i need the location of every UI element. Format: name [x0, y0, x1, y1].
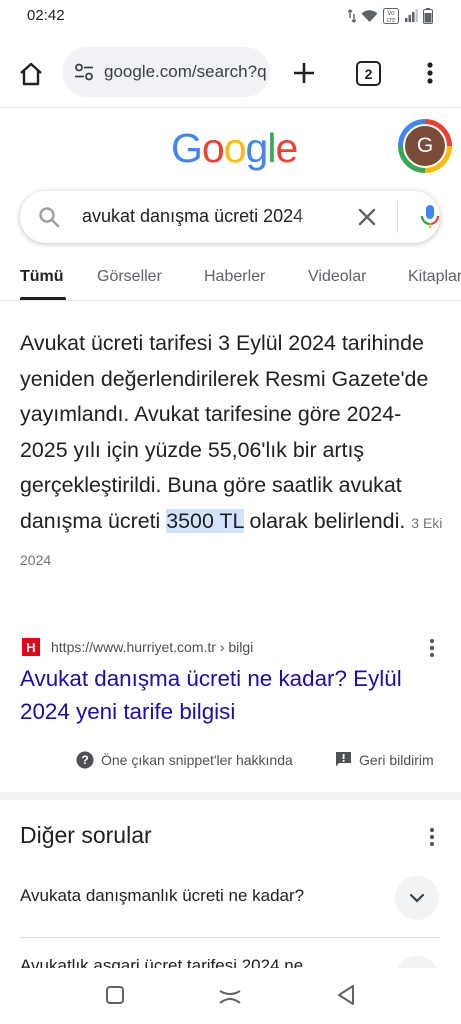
- other-questions-title: Diğer sorular: [20, 822, 152, 848]
- snippet-highlight: 3500 TL: [166, 508, 244, 533]
- home-icon: [20, 62, 42, 86]
- tab-images[interactable]: Görseller: [97, 268, 162, 286]
- other-questions-more-icon[interactable]: [425, 826, 439, 848]
- feedback-icon: [336, 752, 351, 767]
- volte-icon: Vo LTE: [383, 8, 399, 24]
- address-url: google.com/search?q: [104, 62, 267, 81]
- mic-icon[interactable]: [418, 203, 442, 231]
- avatar-letter: G: [403, 124, 447, 168]
- help-icon: ?: [76, 751, 94, 769]
- tab-switcher-button[interactable]: 2: [356, 61, 381, 86]
- about-snippets-link[interactable]: ? Öne çıkan snippet'ler hakkında: [76, 751, 293, 769]
- account-avatar[interactable]: G: [398, 119, 452, 173]
- google-logo-letter: e: [275, 125, 298, 171]
- new-tab-button[interactable]: [290, 59, 318, 87]
- google-logo-letter: o: [223, 125, 247, 171]
- result-more-icon[interactable]: [425, 638, 439, 658]
- browser-toolbar: google.com/search?q 2: [0, 34, 461, 108]
- chevron-down-icon: [409, 893, 425, 903]
- svg-text:?: ?: [81, 753, 88, 767]
- recent-apps-icon: [106, 986, 124, 1004]
- recent-apps-button[interactable]: [102, 982, 128, 1008]
- search-separator: [397, 201, 398, 233]
- home-button[interactable]: [16, 59, 46, 89]
- feedback-label: Geri bildirim: [359, 751, 434, 768]
- wifi-icon: [361, 9, 378, 23]
- chevron-down-icon: [395, 956, 439, 968]
- search-icon: [39, 207, 60, 228]
- clear-icon[interactable]: [355, 205, 379, 229]
- question-item[interactable]: Avukata danışmanlık ücreti ne kadar?: [20, 886, 304, 906]
- signal-icon: [404, 9, 418, 23]
- section-divider: [0, 792, 461, 800]
- snippet-text-after: olarak belirlendi.: [243, 508, 406, 533]
- battery-icon: [423, 8, 433, 24]
- system-nav-bar: [0, 968, 461, 1024]
- snippet-text-before: Avukat ücreti tarifesi 3 Eylül 2024 tari…: [20, 331, 429, 533]
- home-gesture-button[interactable]: [217, 982, 243, 1008]
- snippet-footer: ? Öne çıkan snippet'ler hakkında Geri bi…: [0, 748, 461, 774]
- more-vert-icon: [427, 62, 433, 84]
- tab-all[interactable]: Tümü: [20, 268, 64, 286]
- active-tab-indicator: [20, 297, 66, 300]
- google-logo-letter: o: [201, 125, 225, 171]
- tab-books[interactable]: Kitaplar: [408, 268, 461, 286]
- question-divider: [20, 937, 440, 938]
- search-input[interactable]: avukat danışma ücreti 2024: [82, 206, 330, 227]
- google-logo-letter: g: [245, 125, 269, 171]
- new-tab-icon: [294, 63, 314, 83]
- question-expand-button[interactable]: [395, 956, 439, 968]
- address-bar[interactable]: google.com/search?q: [62, 47, 270, 97]
- google-logo[interactable]: Google: [171, 125, 298, 172]
- question-expand-button[interactable]: [395, 876, 439, 920]
- status-time: 02:42: [27, 7, 65, 24]
- status-bar: 02:42 Vo LTE: [0, 0, 461, 34]
- site-settings-icon[interactable]: [72, 60, 96, 84]
- featured-snippet-text: Avukat ücreti tarifesi 3 Eylül 2024 tari…: [20, 326, 445, 579]
- hurriyet-favicon-icon: H: [22, 638, 40, 656]
- feedback-link[interactable]: Geri bildirim: [335, 751, 434, 768]
- search-box[interactable]: avukat danışma ücreti 2024: [20, 191, 440, 243]
- data-arrows-icon: [348, 9, 356, 23]
- tab-videos[interactable]: Videolar: [308, 268, 366, 286]
- back-icon: [338, 985, 354, 1005]
- question-item[interactable]: Avukatlık asgari ücret tarifesi 2024 ne.…: [20, 955, 380, 968]
- back-button[interactable]: [333, 982, 359, 1008]
- status-icons: Vo LTE: [348, 8, 433, 24]
- snippet-source[interactable]: H https://www.hurriyet.com.tr › bilgi: [20, 636, 445, 660]
- search-tabs: Tümü Görseller Haberler Videolar Kitapla…: [0, 255, 461, 301]
- google-logo-letter: G: [171, 125, 203, 171]
- google-logo-letter: l: [267, 125, 276, 171]
- svg-text:Vo: Vo: [387, 10, 395, 17]
- result-title-link[interactable]: Avukat danışma ücreti ne kadar? Eylül 20…: [20, 662, 440, 728]
- source-url: https://www.hurriyet.com.tr › bilgi: [51, 639, 254, 655]
- tab-news[interactable]: Haberler: [204, 268, 265, 286]
- about-snippets-label: Öne çıkan snippet'ler hakkında: [101, 752, 293, 768]
- browser-menu-button[interactable]: [418, 58, 442, 88]
- svg-text:LTE: LTE: [386, 18, 396, 24]
- home-gesture-icon: [219, 990, 241, 1004]
